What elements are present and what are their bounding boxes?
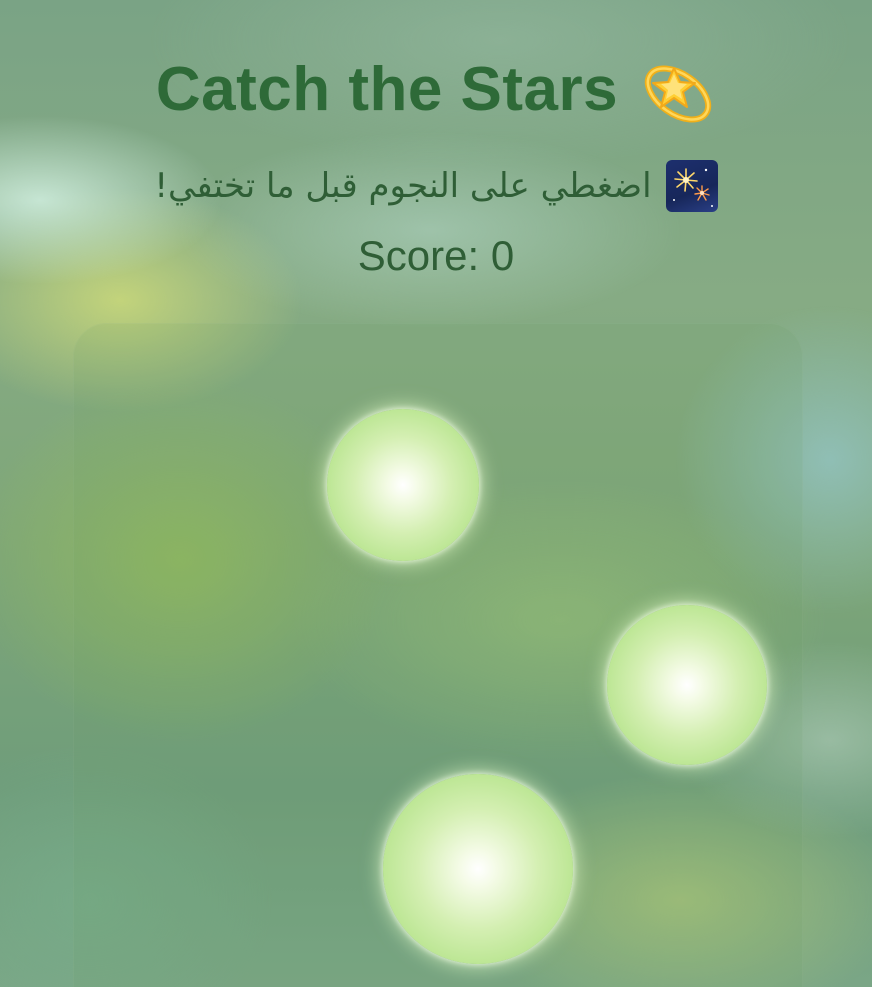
fireworks-icon <box>665 160 718 212</box>
title-row: Catch the Stars <box>0 50 872 130</box>
star-target[interactable] <box>383 774 573 964</box>
page-title: Catch the Stars <box>155 55 619 124</box>
score-display: Score: 0 <box>357 232 515 279</box>
star-target[interactable] <box>607 605 767 765</box>
subtitle-row: اضغطي على النجوم قبل ما تختفي! <box>0 158 872 214</box>
dizzy-star-icon <box>636 50 716 130</box>
instructions-text: اضغطي على النجوم قبل ما تختفي! <box>154 166 652 206</box>
star-target[interactable] <box>327 409 479 561</box>
